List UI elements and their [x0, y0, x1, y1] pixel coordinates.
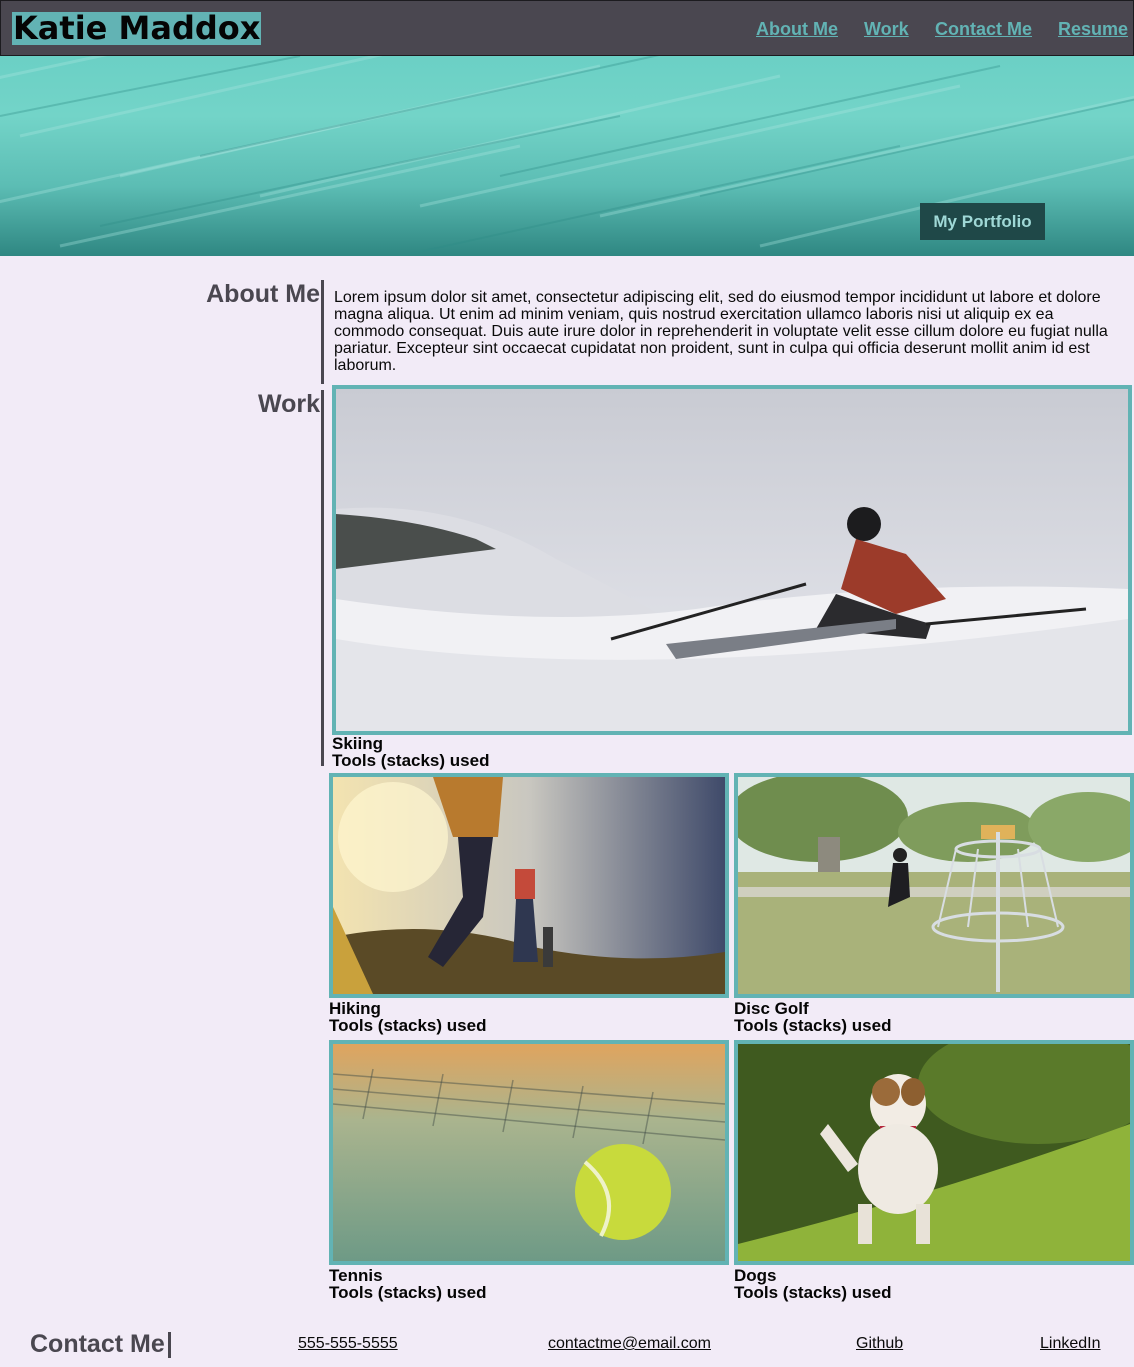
project-image-hiking[interactable] [329, 773, 729, 998]
project-tools-hiking: Tools (stacks) used [329, 1016, 487, 1035]
nav-link-contact-me[interactable]: Contact Me [935, 19, 1032, 39]
about-divider [321, 280, 324, 384]
project-card-hiking[interactable]: Hiking Tools (stacks) used [329, 773, 729, 1037]
project-card-dogs[interactable]: Dogs Tools (stacks) used [734, 1040, 1134, 1304]
linkedin-link[interactable]: LinkedIn [1040, 1335, 1101, 1353]
project-card-tennis[interactable]: Tennis Tools (stacks) used [329, 1040, 729, 1304]
project-card-skiing[interactable]: Skiing Tools (stacks) used [332, 385, 1132, 769]
project-card-disc-golf[interactable]: Disc Golf Tools (stacks) used [734, 773, 1134, 1037]
work-heading: Work [257, 390, 320, 418]
contact-phone-link[interactable]: 555-555-5555 [298, 1335, 398, 1353]
nav-link-about-me[interactable]: About Me [756, 19, 838, 39]
contact-email-link[interactable]: contactme@email.com [548, 1335, 711, 1353]
hero-banner: My Portfolio [0, 56, 1134, 256]
my-portfolio-button[interactable]: My Portfolio [920, 203, 1045, 240]
site-title: Katie Maddox [12, 9, 262, 47]
project-title-tennis: Tennis [329, 1266, 383, 1285]
project-image-disc-golf[interactable] [734, 773, 1134, 998]
project-image-tennis[interactable] [329, 1040, 729, 1265]
project-title-disc-golf: Disc Golf [734, 999, 809, 1018]
site-header: Katie Maddox About Me Work Contact Me Re… [0, 0, 1134, 56]
project-image-skiing[interactable] [332, 385, 1132, 735]
project-image-dogs[interactable] [734, 1040, 1134, 1265]
project-tools-skiing: Tools (stacks) used [332, 751, 490, 770]
project-title-dogs: Dogs [734, 1266, 777, 1285]
about-me-text: Lorem ipsum dolor sit amet, consectetur … [334, 289, 1108, 374]
github-link[interactable]: Github [856, 1335, 903, 1353]
nav-link-work[interactable]: Work [864, 19, 909, 39]
project-tools-tennis: Tools (stacks) used [329, 1283, 487, 1302]
project-title-hiking: Hiking [329, 999, 381, 1018]
contact-divider [168, 1332, 171, 1358]
about-me-heading: About Me [206, 280, 320, 308]
project-tools-disc-golf: Tools (stacks) used [734, 1016, 892, 1035]
nav-link-resume[interactable]: Resume [1058, 19, 1128, 39]
project-title-skiing: Skiing [332, 734, 384, 753]
work-divider [321, 390, 324, 766]
contact-me-heading: Contact Me [30, 1330, 165, 1358]
project-tools-dogs: Tools (stacks) used [734, 1283, 892, 1302]
